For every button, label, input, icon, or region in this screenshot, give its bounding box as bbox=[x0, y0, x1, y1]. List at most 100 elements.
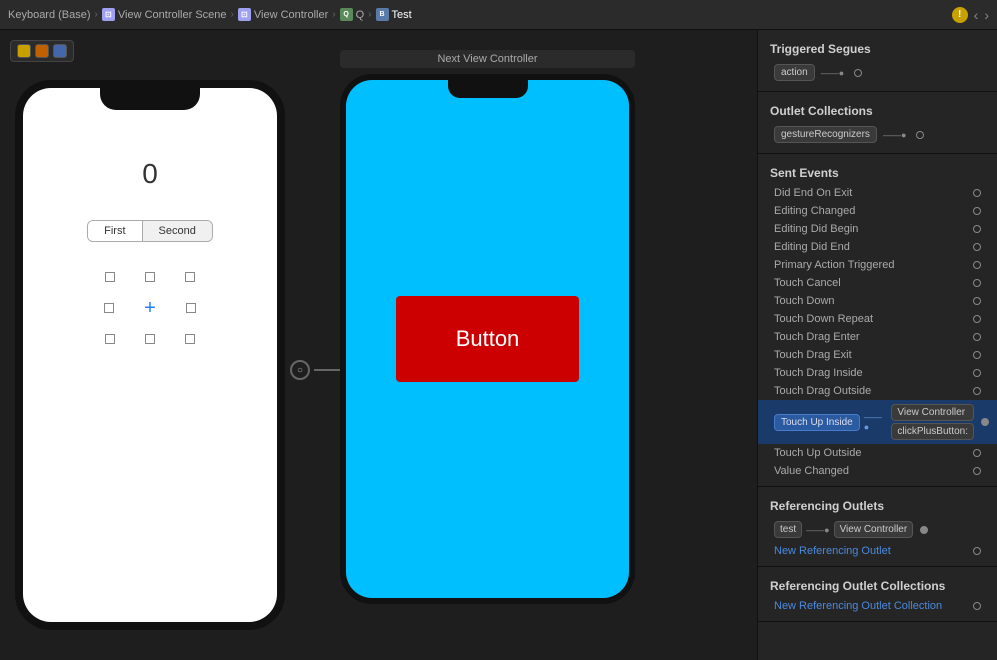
outlet-collections-header: Outlet Collections bbox=[758, 98, 997, 122]
referencing-outlets-header: Referencing Outlets bbox=[758, 493, 997, 517]
event-touch-down-repeat: Touch Down Repeat bbox=[758, 310, 997, 328]
phone-2-label: Next View Controller bbox=[340, 50, 635, 68]
tui-arrow-icon: ——● bbox=[864, 412, 886, 432]
top-toolbar: Keyboard (Base) › ⊡ View Controller Scen… bbox=[0, 0, 997, 30]
breadcrumb-vc[interactable]: ⊡ View Controller bbox=[238, 8, 328, 21]
grid-row-3 bbox=[105, 334, 195, 344]
event-dot-8 bbox=[973, 315, 981, 323]
grid-sq-8 bbox=[185, 334, 195, 344]
breadcrumb-sep-2: › bbox=[231, 9, 234, 20]
ctrl-yellow[interactable] bbox=[17, 44, 31, 58]
phone-2-notch bbox=[448, 80, 528, 98]
grid-sq-7 bbox=[145, 334, 155, 344]
triggered-segues-section: Triggered Segues action ——● bbox=[758, 30, 997, 92]
phone-2-screen: Button bbox=[346, 80, 629, 598]
referencing-outlet-collections-section: Referencing Outlet Collections New Refer… bbox=[758, 567, 997, 622]
event-touch-drag-exit: Touch Drag Exit bbox=[758, 346, 997, 364]
label-zero: 0 bbox=[142, 158, 158, 190]
event-touch-down: Touch Down bbox=[758, 292, 997, 310]
segue-action-row: action ——● bbox=[758, 60, 997, 85]
grid-sq-5 bbox=[186, 303, 196, 313]
phone-1-screen: 0 First Second + bbox=[23, 88, 277, 622]
event-editing-did-end: Editing Did End bbox=[758, 238, 997, 256]
chevron-right-icon[interactable]: › bbox=[984, 7, 989, 23]
tui-method-label: clickPlusButton: bbox=[891, 423, 974, 440]
event-dot-14 bbox=[973, 467, 981, 475]
event-dot-9 bbox=[973, 333, 981, 341]
event-dot-1 bbox=[973, 189, 981, 197]
gesture-arrow-icon: ——● bbox=[883, 130, 906, 140]
new-ref-outlet-coll-row[interactable]: New Referencing Outlet Collection bbox=[758, 597, 997, 615]
plus-icon[interactable]: + bbox=[144, 298, 156, 318]
seg-first[interactable]: First bbox=[88, 221, 142, 241]
event-touch-drag-inside: Touch Drag Inside bbox=[758, 364, 997, 382]
event-touch-up-inside: Touch Up Inside ——● View Controller clic… bbox=[758, 400, 997, 444]
ref-outlet-badge: test bbox=[774, 521, 802, 538]
referencing-outlet-collections-header: Referencing Outlet Collections bbox=[758, 573, 997, 597]
big-button[interactable]: Button bbox=[396, 296, 580, 382]
breadcrumb-q[interactable]: Q Q bbox=[340, 8, 365, 21]
event-dot-11 bbox=[973, 369, 981, 377]
event-dot-5 bbox=[973, 261, 981, 269]
vc-scene-icon: ⊡ bbox=[102, 8, 115, 21]
phone-1: 0 First Second + bbox=[15, 80, 285, 630]
sent-events-header: Sent Events bbox=[758, 160, 997, 184]
breadcrumb-sep-1: › bbox=[95, 9, 98, 20]
tui-conn-dot bbox=[981, 418, 989, 426]
canvas-area[interactable]: 0 First Second + bbox=[0, 30, 757, 660]
event-dot-6 bbox=[973, 279, 981, 287]
ref-arrow-icon: ——● bbox=[806, 525, 829, 535]
ctrl-orange[interactable] bbox=[35, 44, 49, 58]
event-dot-10 bbox=[973, 351, 981, 359]
new-ref-coll-dot bbox=[973, 602, 981, 610]
ctrl-blue[interactable] bbox=[53, 44, 67, 58]
tui-vc-label: View Controller bbox=[891, 404, 974, 421]
event-did-end-on-exit: Did End On Exit bbox=[758, 184, 997, 202]
breadcrumb-vc-scene[interactable]: ⊡ View Controller Scene bbox=[102, 8, 227, 21]
grid-row-1 bbox=[105, 272, 195, 282]
event-dot-13 bbox=[973, 449, 981, 457]
event-dot-7 bbox=[973, 297, 981, 305]
event-value-changed: Value Changed bbox=[758, 462, 997, 480]
gesture-recognizers-row: gestureRecognizers ——● bbox=[758, 122, 997, 147]
action-conn-dot bbox=[854, 69, 862, 77]
event-dot-4 bbox=[973, 243, 981, 251]
ref-outlet-row: test ——● View Controller bbox=[758, 517, 997, 542]
breadcrumb-keyboard[interactable]: Keyboard (Base) bbox=[8, 9, 91, 21]
main-area: 0 First Second + bbox=[0, 30, 997, 660]
event-dot-12 bbox=[973, 387, 981, 395]
triggered-segues-header: Triggered Segues bbox=[758, 36, 997, 60]
new-ref-outlet-label[interactable]: New Referencing Outlet bbox=[774, 545, 969, 557]
breadcrumb-q-label: Q bbox=[356, 9, 365, 21]
grid-sq-6 bbox=[105, 334, 115, 344]
ref-vc-label: View Controller bbox=[834, 521, 914, 538]
outlet-collections-section: Outlet Collections gestureRecognizers ——… bbox=[758, 92, 997, 154]
b-icon: B bbox=[376, 8, 389, 21]
event-dot-2 bbox=[973, 207, 981, 215]
event-editing-changed: Editing Changed bbox=[758, 202, 997, 220]
toolbar-right: ! ‹ › bbox=[952, 7, 989, 23]
breadcrumb-vc-scene-label: View Controller Scene bbox=[118, 9, 227, 21]
phone-1-frame: 0 First Second + bbox=[15, 80, 285, 630]
event-touch-drag-outside: Touch Drag Outside bbox=[758, 382, 997, 400]
breadcrumb-sep-4: › bbox=[368, 9, 371, 20]
touch-up-inside-badge: Touch Up Inside bbox=[774, 414, 860, 431]
new-ref-outlet-row[interactable]: New Referencing Outlet bbox=[758, 542, 997, 560]
breadcrumb-test[interactable]: B Test bbox=[376, 8, 412, 21]
event-touch-drag-enter: Touch Drag Enter bbox=[758, 328, 997, 346]
grid-sq-4 bbox=[104, 303, 114, 313]
event-touch-cancel: Touch Cancel bbox=[758, 274, 997, 292]
segmented-control[interactable]: First Second bbox=[87, 220, 213, 242]
tui-connections: View Controller clickPlusButton: bbox=[891, 404, 974, 440]
phone-1-notch bbox=[100, 88, 200, 110]
phone-controls bbox=[10, 40, 74, 62]
gesture-recognizers-badge: gestureRecognizers bbox=[774, 126, 877, 143]
chevron-left-icon[interactable]: ‹ bbox=[974, 7, 979, 23]
new-ref-outlet-coll-label[interactable]: New Referencing Outlet Collection bbox=[774, 600, 969, 612]
sent-events-section: Sent Events Did End On Exit Editing Chan… bbox=[758, 154, 997, 487]
event-primary-action: Primary Action Triggered bbox=[758, 256, 997, 274]
breadcrumb-keyboard-label: Keyboard (Base) bbox=[8, 9, 91, 21]
warning-icon[interactable]: ! bbox=[952, 7, 968, 23]
q-icon: Q bbox=[340, 8, 353, 21]
seg-second[interactable]: Second bbox=[143, 221, 212, 241]
